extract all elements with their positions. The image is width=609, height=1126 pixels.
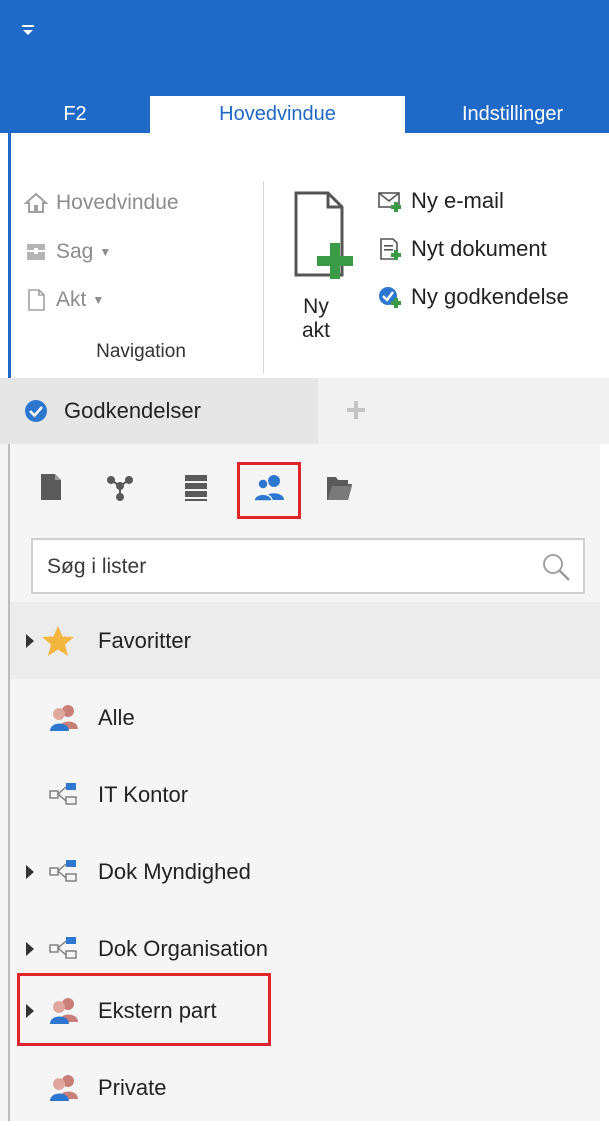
list-item-favoritter[interactable]: Favoritter: [10, 602, 600, 679]
org-unit-icon: [49, 859, 77, 882]
list-icon[interactable]: [181, 472, 211, 502]
new-text-document-icon: [380, 238, 401, 260]
home-icon: [24, 192, 48, 213]
new-document-icon: [294, 191, 353, 279]
new-act-button[interactable]: Ny akt: [286, 185, 356, 342]
new-approval-button[interactable]: Ny godkendelse: [377, 277, 569, 317]
list-item-label: Alle: [98, 704, 135, 730]
search-icon[interactable]: [541, 552, 571, 582]
list-item-label: Dok Organisation: [98, 935, 268, 961]
document-icon[interactable]: [36, 472, 66, 502]
add-tab-icon[interactable]: [344, 398, 368, 422]
new-email-icon: [378, 192, 401, 212]
list-item-alle[interactable]: Alle: [10, 679, 600, 756]
pane-icon-bar: [10, 444, 600, 526]
list-search-box: [31, 538, 585, 594]
search-input[interactable]: [45, 550, 529, 584]
new-email-button[interactable]: Ny e-mail: [377, 181, 504, 221]
document-tab-strip: Godkendelser: [0, 378, 609, 444]
star-icon: [42, 625, 74, 656]
new-text-document-button[interactable]: Nyt dokument: [377, 229, 547, 269]
new-text-document-label: Nyt dokument: [411, 236, 547, 261]
ribbon-edge: [8, 133, 11, 378]
document-icon: [28, 289, 45, 311]
expand-arrow-icon[interactable]: [26, 941, 34, 956]
new-act-label-line1: Ny: [303, 295, 329, 318]
approval-check-icon: [25, 400, 47, 422]
list-item-label: Private: [98, 1074, 167, 1100]
new-email-label: Ny e-mail: [411, 188, 504, 213]
org-chart-icon[interactable]: [105, 472, 135, 502]
chevron-down-icon: ▼: [92, 293, 105, 307]
new-approval-icon: [379, 287, 401, 308]
active-icon-highlight: [237, 462, 301, 519]
pane-right-edge: [600, 444, 609, 1121]
nav-hovedvindue-button[interactable]: Hovedvindue: [24, 185, 179, 221]
new-act-label-line2: akt: [301, 319, 330, 342]
quick-access-dropdown-icon[interactable]: [20, 22, 36, 38]
tab-godkendelser-label: Godkendelser: [64, 398, 201, 423]
list-item-dok-myndighed[interactable]: Dok Myndighed: [10, 833, 600, 910]
group-label-navigation: Navigation: [96, 341, 186, 362]
list-item-label: IT Kontor: [98, 781, 189, 807]
list-item-it-kontor[interactable]: IT Kontor: [10, 756, 600, 833]
nav-akt-label: Akt: [56, 288, 87, 311]
tab-indstillinger[interactable]: Indstillinger: [462, 96, 609, 133]
ribbon-tabs: F2 Hovedvindue Indstillinger: [0, 96, 609, 133]
nav-sag-button[interactable]: Sag ▼: [24, 234, 111, 270]
expand-arrow-icon[interactable]: [26, 633, 34, 648]
case-icon: [27, 244, 45, 260]
people-icon: [50, 1074, 78, 1101]
new-approval-label: Ny godkendelse: [411, 284, 569, 309]
ekstern-part-highlight: [17, 973, 271, 1046]
folder-open-icon[interactable]: [324, 472, 354, 502]
nav-akt-button[interactable]: Akt ▼: [24, 282, 104, 318]
nav-sag-label: Sag: [56, 240, 94, 263]
people-icon: [50, 704, 78, 731]
tab-godkendelser[interactable]: Godkendelser: [0, 378, 318, 444]
expand-arrow-icon[interactable]: [26, 864, 34, 879]
nav-hovedvindue-label: Hovedvindue: [56, 191, 179, 214]
tab-f2[interactable]: F2: [0, 96, 150, 133]
new-act-label: Ny akt: [286, 295, 346, 343]
org-unit-icon: [49, 782, 77, 805]
chevron-down-icon: ▼: [99, 245, 112, 259]
list-item-private[interactable]: Private: [10, 1049, 600, 1126]
ribbon: Hovedvindue Sag ▼ Akt ▼ Navigation Ny ak…: [0, 133, 609, 379]
org-unit-icon: [49, 936, 77, 959]
tab-hovedvindue[interactable]: Hovedvindue: [150, 96, 405, 133]
list-item-label: Favoritter: [98, 627, 191, 653]
title-bar: [0, 0, 609, 96]
group-separator: [263, 181, 264, 373]
list-item-label: Dok Myndighed: [98, 858, 251, 884]
